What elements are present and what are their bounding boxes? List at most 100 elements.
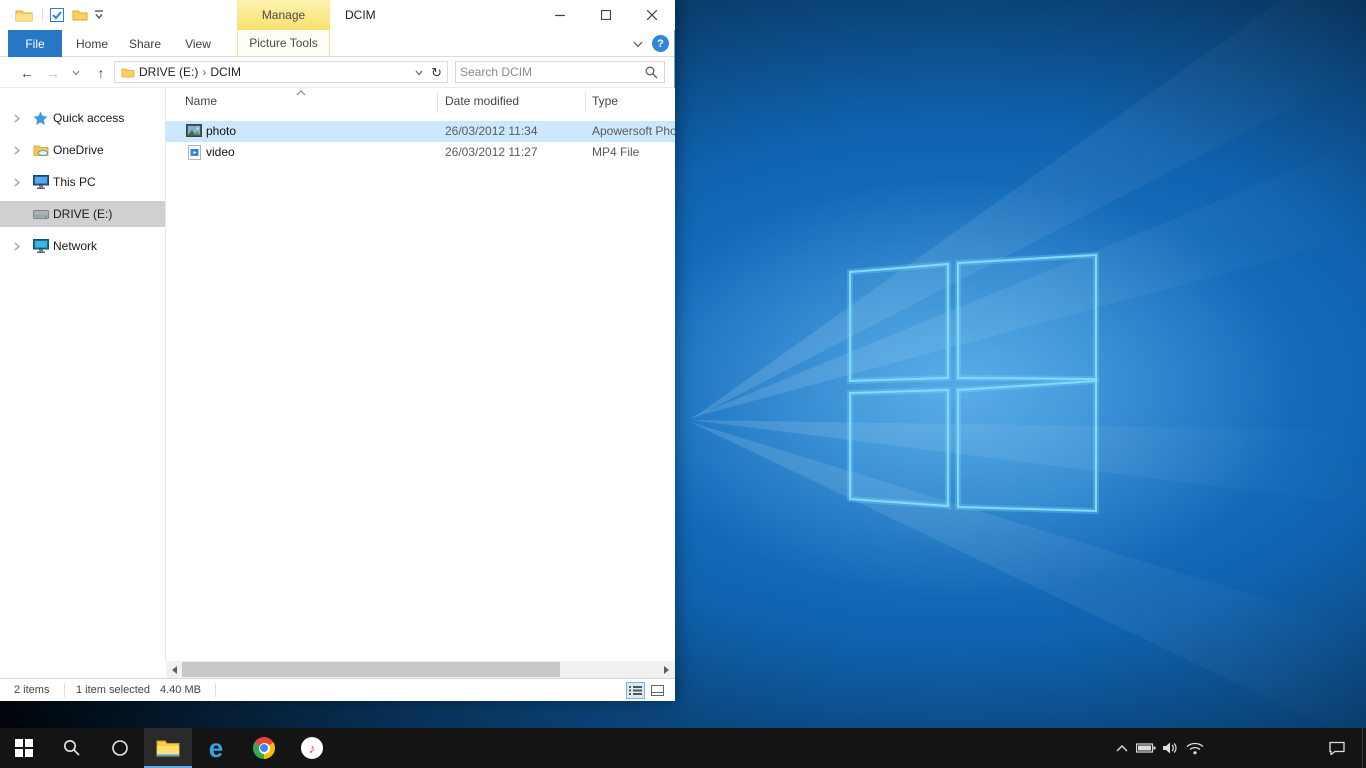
photo-file-icon [186, 124, 202, 137]
status-divider [215, 683, 216, 697]
file-explorer-taskbar-button[interactable] [144, 728, 192, 768]
maximize-button[interactable] [583, 0, 629, 30]
file-name: video [206, 145, 235, 159]
this-pc-icon [33, 175, 49, 189]
search-box [455, 61, 665, 83]
windows-logo-icon [15, 739, 33, 757]
chevron-up-icon [1116, 744, 1128, 752]
sidebar-item-this-pc[interactable]: This PC [0, 169, 165, 195]
breadcrumb-folder[interactable]: DCIM [206, 65, 245, 79]
wifi-icon [1186, 742, 1204, 755]
forward-button[interactable]: → [42, 62, 64, 84]
taskbar: e ♪ [0, 728, 1366, 768]
sidebar-item-label: Quick access [53, 111, 124, 125]
item-count: 2 items [14, 684, 49, 696]
tray-show-hidden-icons-button[interactable] [1110, 728, 1134, 768]
chrome-taskbar-button[interactable] [240, 728, 288, 768]
horizontal-scrollbar[interactable] [166, 661, 675, 678]
action-center-button[interactable] [1320, 728, 1354, 768]
chrome-icon [253, 737, 275, 759]
expand-ribbon-chevron-icon[interactable] [629, 35, 647, 53]
qat-customize-chevron-icon[interactable] [94, 10, 104, 20]
start-button[interactable] [0, 728, 48, 768]
column-header-name[interactable]: Name [185, 94, 217, 108]
file-date-modified: 26/03/2012 11:27 [445, 145, 538, 159]
close-button[interactable] [629, 0, 675, 30]
navigation-pane: Quick access OneDrive This PC [0, 88, 166, 661]
cortana-ring-icon [111, 739, 129, 757]
tab-share[interactable]: Share [118, 30, 172, 57]
title-bar[interactable]: Manage DCIM [0, 0, 674, 30]
chevron-right-icon[interactable] [14, 242, 20, 251]
edge-icon: e [209, 735, 223, 761]
explorer-window: Manage DCIM File Home Share View Picture… [0, 0, 675, 701]
address-bar[interactable]: DRIVE (E:) › DCIM ↻ [114, 61, 448, 83]
sidebar-item-label: OneDrive [53, 143, 104, 157]
thumbnail-view-icon [651, 685, 664, 696]
status-bar: 2 items 1 item selected 4.40 MB [0, 678, 675, 701]
manage-contextual-tab[interactable]: Manage [237, 0, 330, 30]
column-separator[interactable] [437, 92, 438, 112]
taskbar-search-button[interactable] [48, 728, 96, 768]
up-button[interactable]: ↑ [90, 62, 112, 84]
ribbon-tab-row: File Home Share View Picture Tools ? [0, 30, 674, 57]
tab-home[interactable]: Home [66, 30, 118, 57]
sidebar-item-label: DRIVE (E:) [53, 207, 112, 221]
selection-size: 4.40 MB [160, 684, 201, 696]
search-input[interactable] [460, 63, 640, 81]
minimize-button[interactable] [537, 0, 583, 30]
scrollbar-thumb[interactable] [182, 662, 560, 677]
file-explorer-icon [156, 738, 180, 757]
tray-network-button[interactable] [1183, 728, 1207, 768]
window-title: DCIM [345, 8, 376, 22]
sidebar-item-onedrive[interactable]: OneDrive [0, 137, 165, 163]
file-row-photo[interactable]: photo 26/03/2012 11:34 Apowersoft Pho [166, 121, 675, 142]
details-view-button[interactable] [626, 682, 645, 699]
battery-icon [1136, 742, 1156, 754]
address-row: ← → ↑ DRIVE (E:) › DCIM ↻ [0, 57, 674, 88]
qat-separator [42, 8, 43, 22]
sidebar-item-network[interactable]: Network [0, 233, 165, 259]
file-name: photo [206, 124, 236, 138]
file-type: MP4 File [592, 145, 675, 159]
itunes-taskbar-button[interactable]: ♪ [288, 728, 336, 768]
column-header-date-modified[interactable]: Date modified [445, 94, 519, 108]
sidebar-item-drive-e[interactable]: DRIVE (E:) [0, 201, 165, 227]
breadcrumb-drive[interactable]: DRIVE (E:) [135, 65, 202, 79]
refresh-icon[interactable]: ↻ [431, 65, 442, 81]
selection-count: 1 item selected [76, 684, 150, 696]
recent-locations-chevron-icon[interactable] [68, 65, 84, 81]
column-header-type[interactable]: Type [592, 94, 618, 108]
sidebar-item-label: This PC [53, 175, 96, 189]
sidebar-item-label: Network [53, 239, 97, 253]
thumbnail-view-button[interactable] [648, 682, 667, 699]
back-button[interactable]: ← [16, 62, 38, 84]
quick-access-star-icon [33, 111, 48, 126]
edge-taskbar-button[interactable]: e [192, 728, 240, 768]
tray-battery-button[interactable] [1134, 728, 1158, 768]
chevron-right-icon[interactable] [14, 114, 20, 123]
screen: Manage DCIM File Home Share View Picture… [0, 0, 1366, 768]
status-divider [64, 683, 65, 697]
scroll-left-arrow-icon[interactable] [166, 661, 182, 678]
file-row-video[interactable]: video 26/03/2012 11:27 MP4 File [166, 142, 675, 163]
sidebar-item-quick-access[interactable]: Quick access [0, 105, 165, 131]
new-folder-icon[interactable] [72, 8, 88, 21]
show-desktop-button[interactable] [1362, 728, 1366, 768]
chevron-right-icon[interactable] [14, 178, 20, 187]
cortana-button[interactable] [96, 728, 144, 768]
address-dropdown-chevron-icon[interactable] [415, 70, 423, 76]
chevron-right-icon[interactable] [14, 146, 20, 155]
scroll-right-arrow-icon[interactable] [659, 661, 675, 678]
column-separator[interactable] [585, 92, 586, 112]
file-type: Apowersoft Pho [592, 124, 675, 138]
tab-file[interactable]: File [8, 30, 62, 57]
network-icon [33, 239, 49, 253]
search-icon[interactable] [645, 66, 658, 79]
tab-picture-tools[interactable]: Picture Tools [237, 30, 330, 56]
help-button[interactable]: ? [652, 35, 669, 52]
file-date-modified: 26/03/2012 11:34 [445, 124, 538, 138]
properties-icon[interactable] [50, 8, 64, 22]
tab-view[interactable]: View [172, 30, 224, 57]
tray-volume-button[interactable] [1158, 728, 1182, 768]
